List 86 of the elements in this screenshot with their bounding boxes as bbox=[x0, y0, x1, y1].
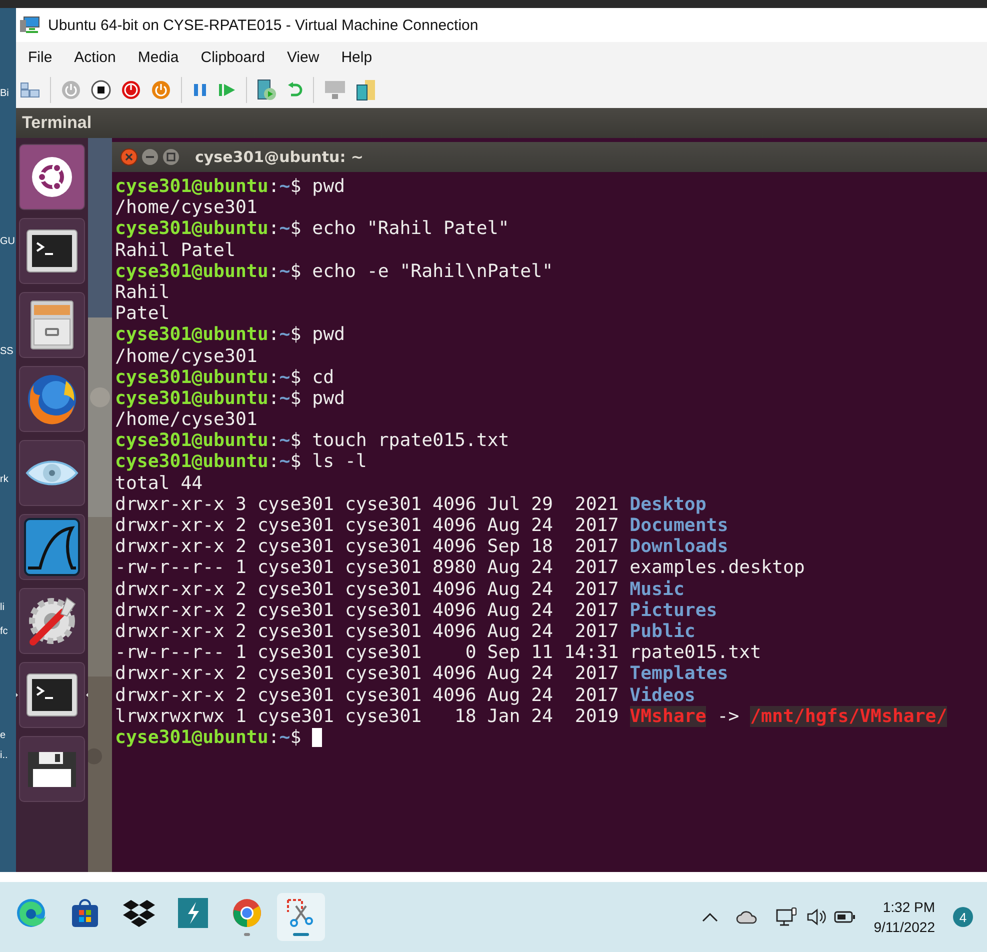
terminal-line: cyse301@ubuntu:~$ bbox=[115, 726, 302, 748]
launcher-item[interactable] bbox=[19, 292, 85, 358]
close-icon[interactable] bbox=[120, 148, 138, 166]
clock[interactable]: 1:32 PM 9/11/2022 bbox=[874, 897, 935, 937]
launcher-item[interactable] bbox=[19, 218, 85, 284]
file-cabinet-icon bbox=[28, 299, 76, 351]
launcher-item[interactable] bbox=[19, 366, 85, 432]
window-title: Ubuntu 64-bit on CYSE-RPATE015 - Virtual Machine Connection bbox=[48, 16, 478, 34]
desktop-label: GU bbox=[0, 236, 15, 247]
desktop-label: Bi bbox=[0, 88, 9, 99]
menu-item[interactable]: Action bbox=[66, 46, 124, 68]
terminal-line: drwxr-xr-x 2 cyse301 cyse301 4096 Sep 18 2017 Downloads bbox=[115, 536, 728, 558]
terminal-icon bbox=[26, 673, 78, 717]
ctrl-alt-del-icon[interactable] bbox=[20, 82, 40, 98]
cloud-icon[interactable] bbox=[736, 910, 758, 924]
desktop-label: rk bbox=[0, 474, 8, 485]
terminal-line: cyse301@ubuntu:~$ pwd bbox=[115, 176, 345, 198]
launcher-item[interactable] bbox=[19, 662, 85, 728]
stop-icon[interactable] bbox=[91, 80, 111, 100]
terminal-line: drwxr-xr-x 2 cyse301 cyse301 4096 Aug 24 2017 Documents bbox=[115, 515, 728, 536]
terminal-line: drwxr-xr-x 2 cyse301 cyse301 4096 Aug 24 2017 Templates bbox=[115, 663, 728, 685]
monitor-icon[interactable] bbox=[776, 907, 798, 927]
eye-icon bbox=[25, 458, 79, 488]
store-bag-icon bbox=[70, 898, 100, 928]
desktop-label: fc bbox=[0, 626, 8, 637]
power-icon[interactable] bbox=[151, 80, 171, 100]
terminal-line: Rahil Patel bbox=[115, 240, 236, 261]
launcher-item[interactable] bbox=[19, 736, 85, 802]
panel-title: Terminal bbox=[16, 108, 987, 138]
menu-item[interactable]: Media bbox=[130, 46, 187, 68]
power-icon[interactable] bbox=[121, 80, 141, 100]
terminal-line: drwxr-xr-x 3 cyse301 cyse301 4096 Jul 29 2021 Desktop bbox=[115, 494, 706, 516]
terminal-line: -rw-r--r-- 1 cyse301 cyse301 8980 Aug 24 2017 examples.desktop bbox=[115, 557, 805, 579]
scissors-icon bbox=[286, 898, 316, 928]
terminal-icon bbox=[26, 229, 78, 273]
desktop-label: e bbox=[0, 730, 6, 741]
launcher-item[interactable] bbox=[19, 440, 85, 506]
terminal-line: -rw-r--r-- 1 cyse301 cyse301 0 Sep 11 14:31 rpate015.txt bbox=[115, 642, 762, 664]
terminal-line: cyse301@ubuntu:~$ echo "Rahil Patel" bbox=[115, 218, 510, 240]
terminal-line: Patel bbox=[115, 303, 170, 324]
terminal-line: cyse301@ubuntu:~$ echo -e "Rahil\nPatel" bbox=[115, 260, 554, 282]
terminal-line: cyse301@ubuntu:~$ pwd bbox=[115, 324, 345, 346]
launcher-item[interactable] bbox=[19, 588, 85, 654]
launcher-item[interactable] bbox=[19, 514, 85, 580]
chevron-up-icon[interactable] bbox=[702, 912, 718, 922]
monitor-icon bbox=[20, 16, 40, 34]
terminal-line: Rahil bbox=[115, 282, 170, 304]
menu-item[interactable]: Clipboard bbox=[192, 46, 273, 68]
clock-time: 1:32 PM bbox=[882, 898, 935, 917]
terminal-line: /home/cyse301 bbox=[115, 346, 258, 367]
terminal-line: drwxr-xr-x 2 cyse301 cyse301 4096 Aug 24 2017 Pictures bbox=[115, 600, 718, 621]
maximize-icon[interactable] bbox=[162, 148, 180, 166]
terminal-line: cyse301@ubuntu:~$ touch rpate015.txt bbox=[115, 430, 510, 452]
launcher-item[interactable] bbox=[19, 144, 85, 210]
menu-item[interactable]: View bbox=[278, 46, 328, 68]
dropbox-icon bbox=[123, 899, 155, 927]
menu-item[interactable]: File bbox=[20, 46, 60, 68]
menu-item[interactable]: Help bbox=[333, 46, 380, 68]
terminal-line: drwxr-xr-x 2 cyse301 cyse301 4096 Aug 24 2017 Videos bbox=[115, 684, 696, 706]
terminal-line: /home/cyse301 bbox=[115, 409, 258, 430]
terminal-line: cyse301@ubuntu:~$ cd bbox=[115, 366, 334, 388]
terminal-line: lrwxrwxrwx 1 cyse301 cyse301 18 Jan 24 2019 VMshare -> /mnt/hgfs/VMshare/ bbox=[115, 706, 948, 727]
notification-badge[interactable]: 4 bbox=[953, 907, 973, 927]
clock-date: 9/11/2022 bbox=[874, 918, 935, 937]
enhanced-session-icon[interactable] bbox=[324, 80, 346, 100]
desktop-label: SS bbox=[0, 346, 14, 357]
terminal-line: total 44 bbox=[115, 472, 203, 494]
battery-icon[interactable] bbox=[834, 910, 856, 924]
pause-icon[interactable] bbox=[192, 82, 208, 98]
share-icon[interactable] bbox=[356, 79, 376, 101]
minimize-icon[interactable] bbox=[141, 148, 159, 166]
desktop-label: i.. bbox=[0, 750, 8, 761]
checkpoint-icon[interactable] bbox=[257, 79, 277, 101]
terminal-line: drwxr-xr-x 2 cyse301 cyse301 4096 Aug 24 2017 Music bbox=[115, 578, 684, 600]
desktop-label: li bbox=[0, 602, 4, 613]
terminal-line: cyse301@ubuntu:~$ ls -l bbox=[115, 451, 367, 473]
bolt-icon bbox=[178, 898, 208, 928]
fin-icon bbox=[24, 518, 80, 576]
terminal-line: cyse301@ubuntu:~$ pwd bbox=[115, 388, 345, 410]
volume-icon[interactable] bbox=[806, 908, 826, 926]
terminal-line: drwxr-xr-x 2 cyse301 cyse301 4096 Aug 24 2017 Public bbox=[115, 620, 696, 642]
terminal-title: cyse301@ubuntu: ~ bbox=[195, 148, 364, 166]
edge-wave-icon bbox=[16, 898, 46, 928]
firefox-icon bbox=[26, 373, 78, 425]
chrome-icon bbox=[232, 898, 262, 928]
terminal-line: /home/cyse301 bbox=[115, 197, 258, 218]
